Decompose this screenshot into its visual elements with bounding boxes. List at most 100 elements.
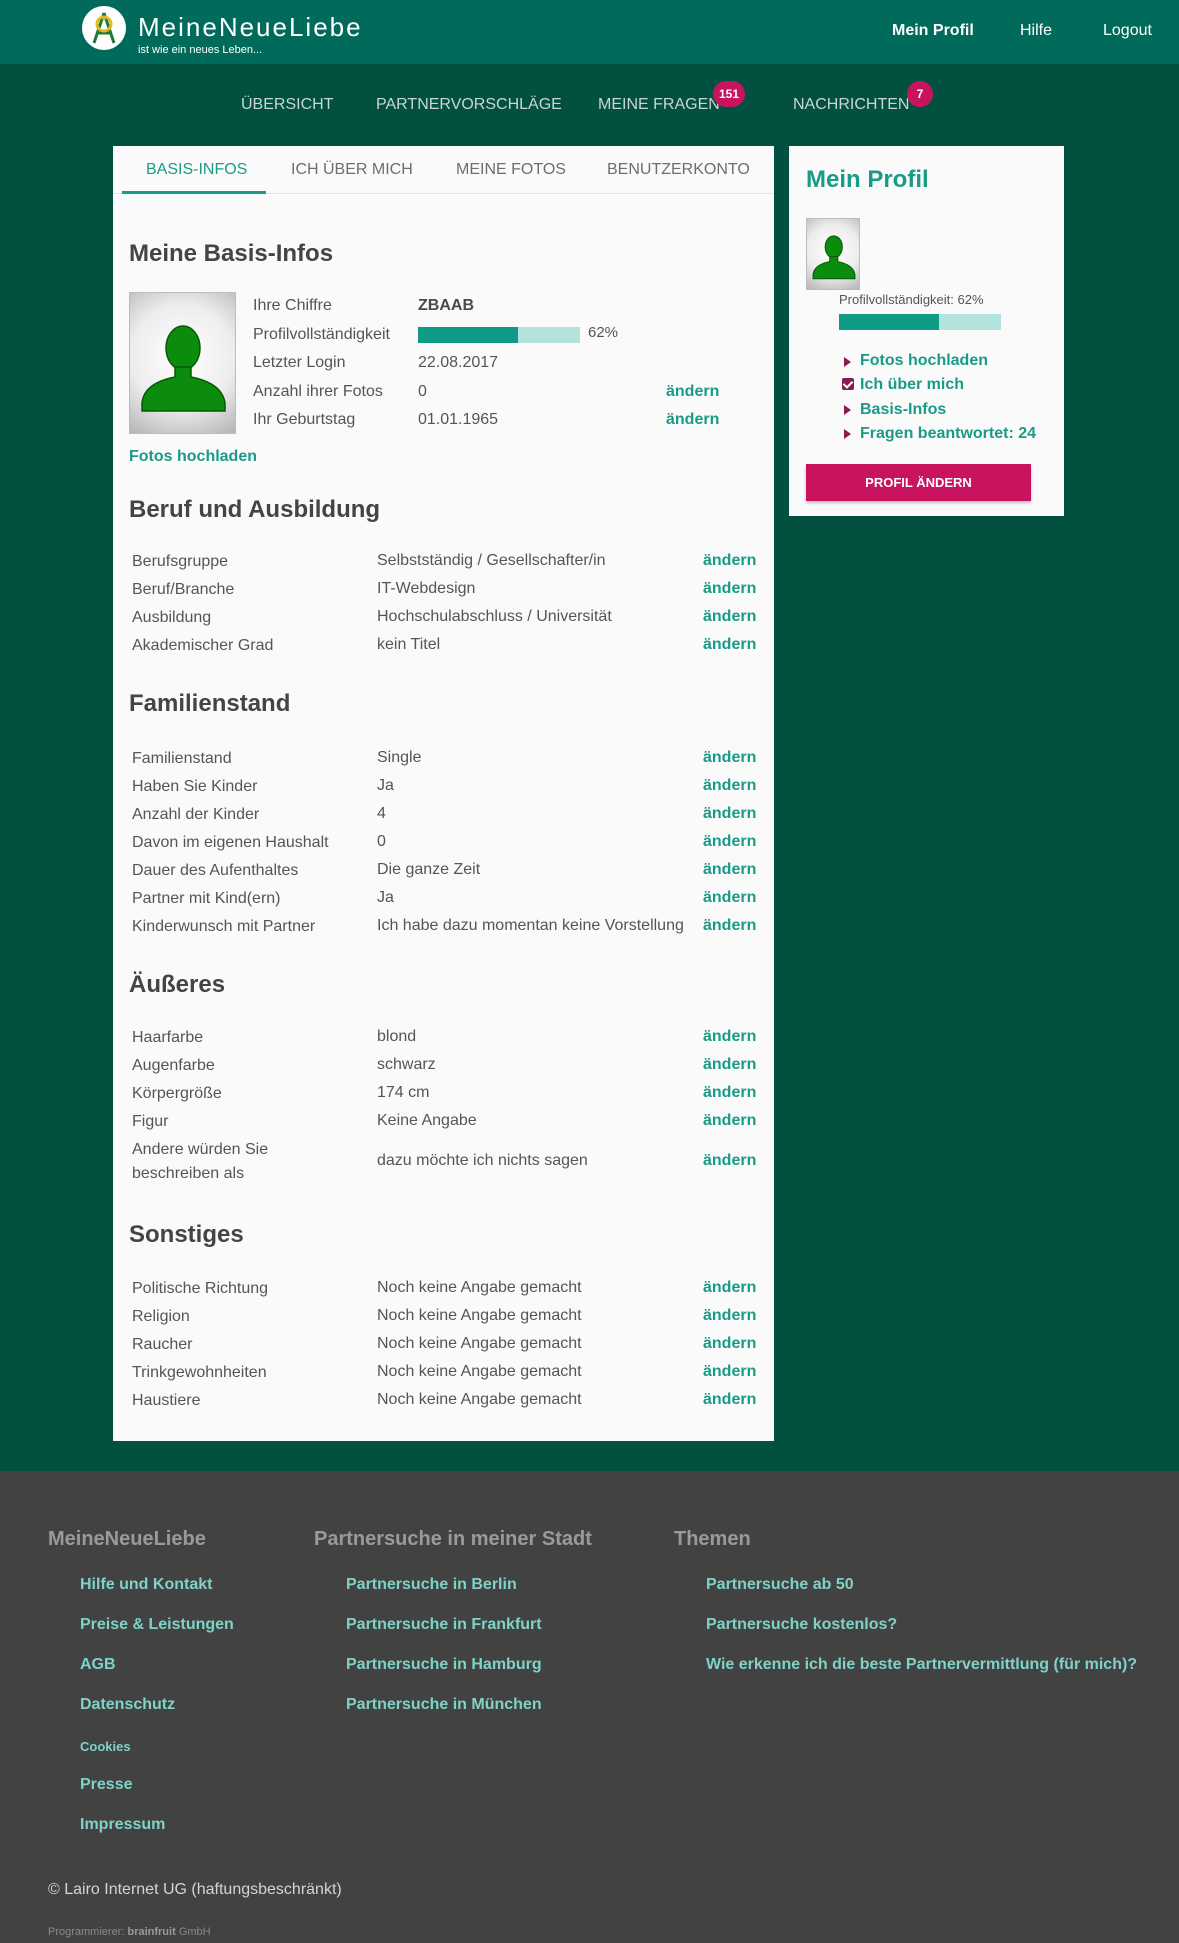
sidebar-completeness-text: Profilvollständigkeit: 62% <box>839 292 984 307</box>
row-label: Kinderwunsch mit Partner <box>132 918 316 935</box>
row-label: Beruf/Branche <box>132 581 235 598</box>
row-label: Politische Richtung <box>132 1280 269 1297</box>
brand-logo-icon[interactable] <box>82 6 126 50</box>
sidebar-progress-fill <box>839 314 940 330</box>
edit-link[interactable]: ändern <box>703 889 756 907</box>
my-profile-sidebar: Mein Profil Profilvollständigkeit: 62% F… <box>789 146 1064 516</box>
row-label: Davon im eigenen Haushalt <box>132 834 329 851</box>
row-value: IT-Webdesign <box>377 580 476 597</box>
birthday-value: 01.01.1965 <box>418 411 499 428</box>
footer-link-ab-50[interactable]: Partnersuche ab 50 <box>706 1576 854 1594</box>
edit-link[interactable]: ändern <box>703 1084 756 1102</box>
edit-link[interactable]: ändern <box>703 777 756 795</box>
tab-ich-ueber-mich[interactable]: Ich über mich <box>291 161 413 179</box>
person-silhouette-icon[interactable] <box>806 218 860 290</box>
edit-birthday-link[interactable]: ändern <box>666 411 719 429</box>
edit-link[interactable]: ändern <box>703 1028 756 1046</box>
row-label: Andere würden Sie beschreiben als <box>132 1141 269 1182</box>
footer-title-city: Partnersuche in meiner Stadt <box>314 1528 592 1550</box>
edit-link[interactable]: ändern <box>703 1112 756 1130</box>
edit-link[interactable]: ändern <box>703 1335 756 1353</box>
main-nav-partnervorschlaege[interactable]: Partnervorschläge <box>376 96 562 114</box>
profile-tabs: Basis-Infos Ich über mich Meine Fotos Be… <box>113 146 774 194</box>
sidebar-item-about-me[interactable]: Ich über mich <box>860 376 964 394</box>
row-label: Körpergröße <box>132 1085 222 1102</box>
footer-link-agb[interactable]: AGB <box>80 1656 116 1674</box>
edit-link[interactable]: ändern <box>703 1363 756 1381</box>
edit-profile-button[interactable]: Profil ändern <box>806 464 1031 501</box>
footer-title-themes: Themen <box>674 1528 751 1550</box>
edit-link[interactable]: ändern <box>703 1391 756 1409</box>
sidebar-item-questions-answered[interactable]: Fragen beantwortet: 24 <box>860 425 1036 443</box>
upload-photos-link[interactable]: Fotos hochladen <box>129 448 257 466</box>
section-title-beruf: Beruf und Ausbildung <box>129 496 381 523</box>
edit-link[interactable]: ändern <box>703 552 756 570</box>
row-value: Noch keine Angabe gemacht <box>377 1363 582 1380</box>
edit-link[interactable]: ändern <box>703 580 756 598</box>
row-value: Noch keine Angabe gemacht <box>377 1391 582 1408</box>
footer-link-prices[interactable]: Preise & Leistungen <box>80 1616 234 1634</box>
tab-basis-infos[interactable]: Basis-Infos <box>146 161 247 179</box>
footer-link-beste-vermittlung[interactable]: Wie erkenne ich die beste Partnervermitt… <box>706 1656 1137 1674</box>
edit-link[interactable]: ändern <box>703 1279 756 1297</box>
row-value: blond <box>377 1028 417 1045</box>
row-value: Hochschulabschluss / Universität <box>377 608 612 625</box>
section-title-aeusseres: Äußeres <box>129 971 226 998</box>
brand-tagline: ist wie ein neues Leben... <box>138 44 263 56</box>
footer-link-berlin[interactable]: Partnersuche in Berlin <box>346 1576 517 1594</box>
edit-link[interactable]: ändern <box>703 749 756 767</box>
checkbox-checked-icon <box>842 378 854 390</box>
nav-help-link[interactable]: Hilfe <box>1020 22 1052 40</box>
edit-link[interactable]: ändern <box>703 805 756 823</box>
row-value: schwarz <box>377 1056 436 1073</box>
row-value: Noch keine Angabe gemacht <box>377 1335 582 1352</box>
tab-benutzerkonto[interactable]: Benutzerkonto <box>607 161 750 179</box>
triangle-bullet-icon <box>844 357 851 367</box>
footer-link-cookies[interactable]: Cookies <box>80 1739 131 1754</box>
main-nav-nachrichten[interactable]: Nachrichten <box>793 96 909 114</box>
edit-link[interactable]: ändern <box>703 636 756 654</box>
footer-link-kostenlos[interactable]: Partnersuche kostenlos? <box>706 1616 897 1634</box>
sidebar-item-upload-photos[interactable]: Fotos hochladen <box>860 352 988 370</box>
edit-link[interactable]: ändern <box>703 1307 756 1325</box>
tab-meine-fotos[interactable]: Meine Fotos <box>456 161 566 179</box>
footer-link-hamburg[interactable]: Partnersuche in Hamburg <box>346 1656 542 1674</box>
row-label: Trinkgewohnheiten <box>132 1364 267 1381</box>
programmer-name[interactable]: brainfruit <box>127 1926 175 1938</box>
completeness-progress-fill <box>418 327 519 343</box>
sidebar-item-basis-infos[interactable]: Basis-Infos <box>860 401 946 419</box>
sidebar-title: Mein Profil <box>806 166 929 193</box>
chiffre-value: ZBAAB <box>418 297 474 314</box>
nav-profile-link[interactable]: Mein Profil <box>892 22 974 40</box>
top-bar: MeineNeueLiebe ist wie ein neues Leben..… <box>0 0 1179 64</box>
row-label: Ausbildung <box>132 609 212 626</box>
main-nav-meine-fragen[interactable]: Meine Fragen <box>598 96 720 114</box>
main-nav-uebersicht[interactable]: Übersicht <box>241 96 333 114</box>
messages-count-badge: 7 <box>907 81 933 107</box>
row-value: 4 <box>377 805 386 822</box>
edit-link[interactable]: ändern <box>703 1056 756 1074</box>
edit-link[interactable]: ändern <box>703 608 756 626</box>
edit-link[interactable]: ändern <box>703 1152 756 1170</box>
triangle-bullet-icon <box>844 429 851 439</box>
section-title-sonstiges: Sonstiges <box>129 1221 244 1248</box>
footer-link-help[interactable]: Hilfe und Kontakt <box>80 1576 212 1594</box>
footer-link-press[interactable]: Presse <box>80 1776 133 1794</box>
footer-link-frankfurt[interactable]: Partnersuche in Frankfurt <box>346 1616 542 1634</box>
footer-link-privacy[interactable]: Datenschutz <box>80 1696 175 1714</box>
footer-link-imprint[interactable]: Impressum <box>80 1816 165 1834</box>
edit-photos-link[interactable]: ändern <box>666 383 719 401</box>
edit-link[interactable]: ändern <box>703 833 756 851</box>
row-value: Selbstständig / Gesellschafter/in <box>377 552 606 569</box>
edit-link[interactable]: ändern <box>703 861 756 879</box>
footer-link-muenchen[interactable]: Partnersuche in München <box>346 1696 542 1714</box>
row-label: Haben Sie Kinder <box>132 778 258 795</box>
row-label: Augenfarbe <box>132 1057 215 1074</box>
nav-logout-link[interactable]: Logout <box>1103 22 1152 40</box>
completeness-progress-bar <box>418 327 580 343</box>
row-value: Ich habe dazu momentan keine Vorstellung <box>377 917 684 934</box>
edit-link[interactable]: ändern <box>703 917 756 935</box>
brand-title[interactable]: MeineNeueLiebe <box>138 12 363 43</box>
person-silhouette-icon[interactable] <box>129 292 236 434</box>
active-tab-indicator <box>122 191 266 194</box>
